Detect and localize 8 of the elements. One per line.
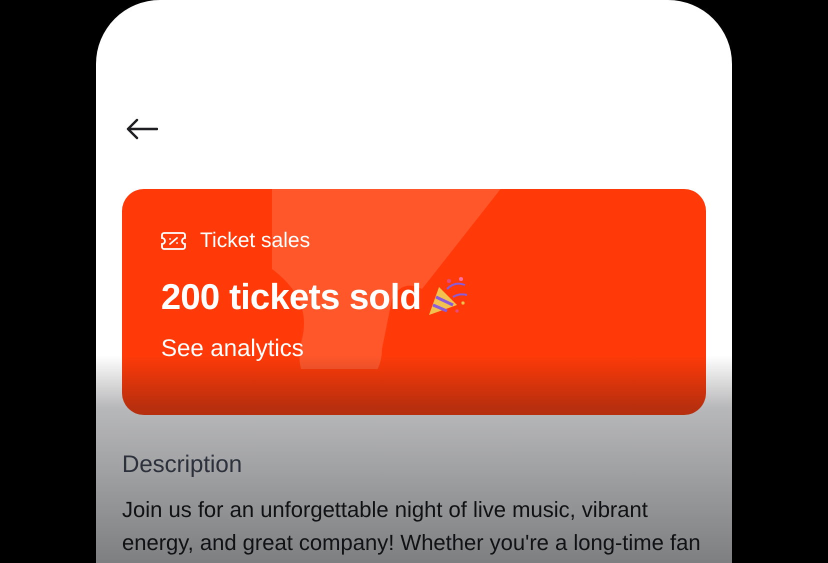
description-text: Join us for an unforgettable night of live music, vibrant energy, and great company! Whether you're a long-time fan bbox=[122, 496, 702, 557]
see-analytics-link[interactable]: See analytics bbox=[161, 335, 304, 363]
description-heading: Description bbox=[122, 451, 244, 479]
back-arrow-icon[interactable] bbox=[126, 118, 158, 140]
tickets-sold-headline: 200 tickets sold bbox=[161, 276, 422, 318]
card-label: Ticket sales bbox=[200, 229, 310, 253]
ticket-icon bbox=[161, 231, 186, 251]
ticket-sales-card[interactable]: Ticket sales 200 tickets sold See analytics bbox=[122, 189, 706, 415]
